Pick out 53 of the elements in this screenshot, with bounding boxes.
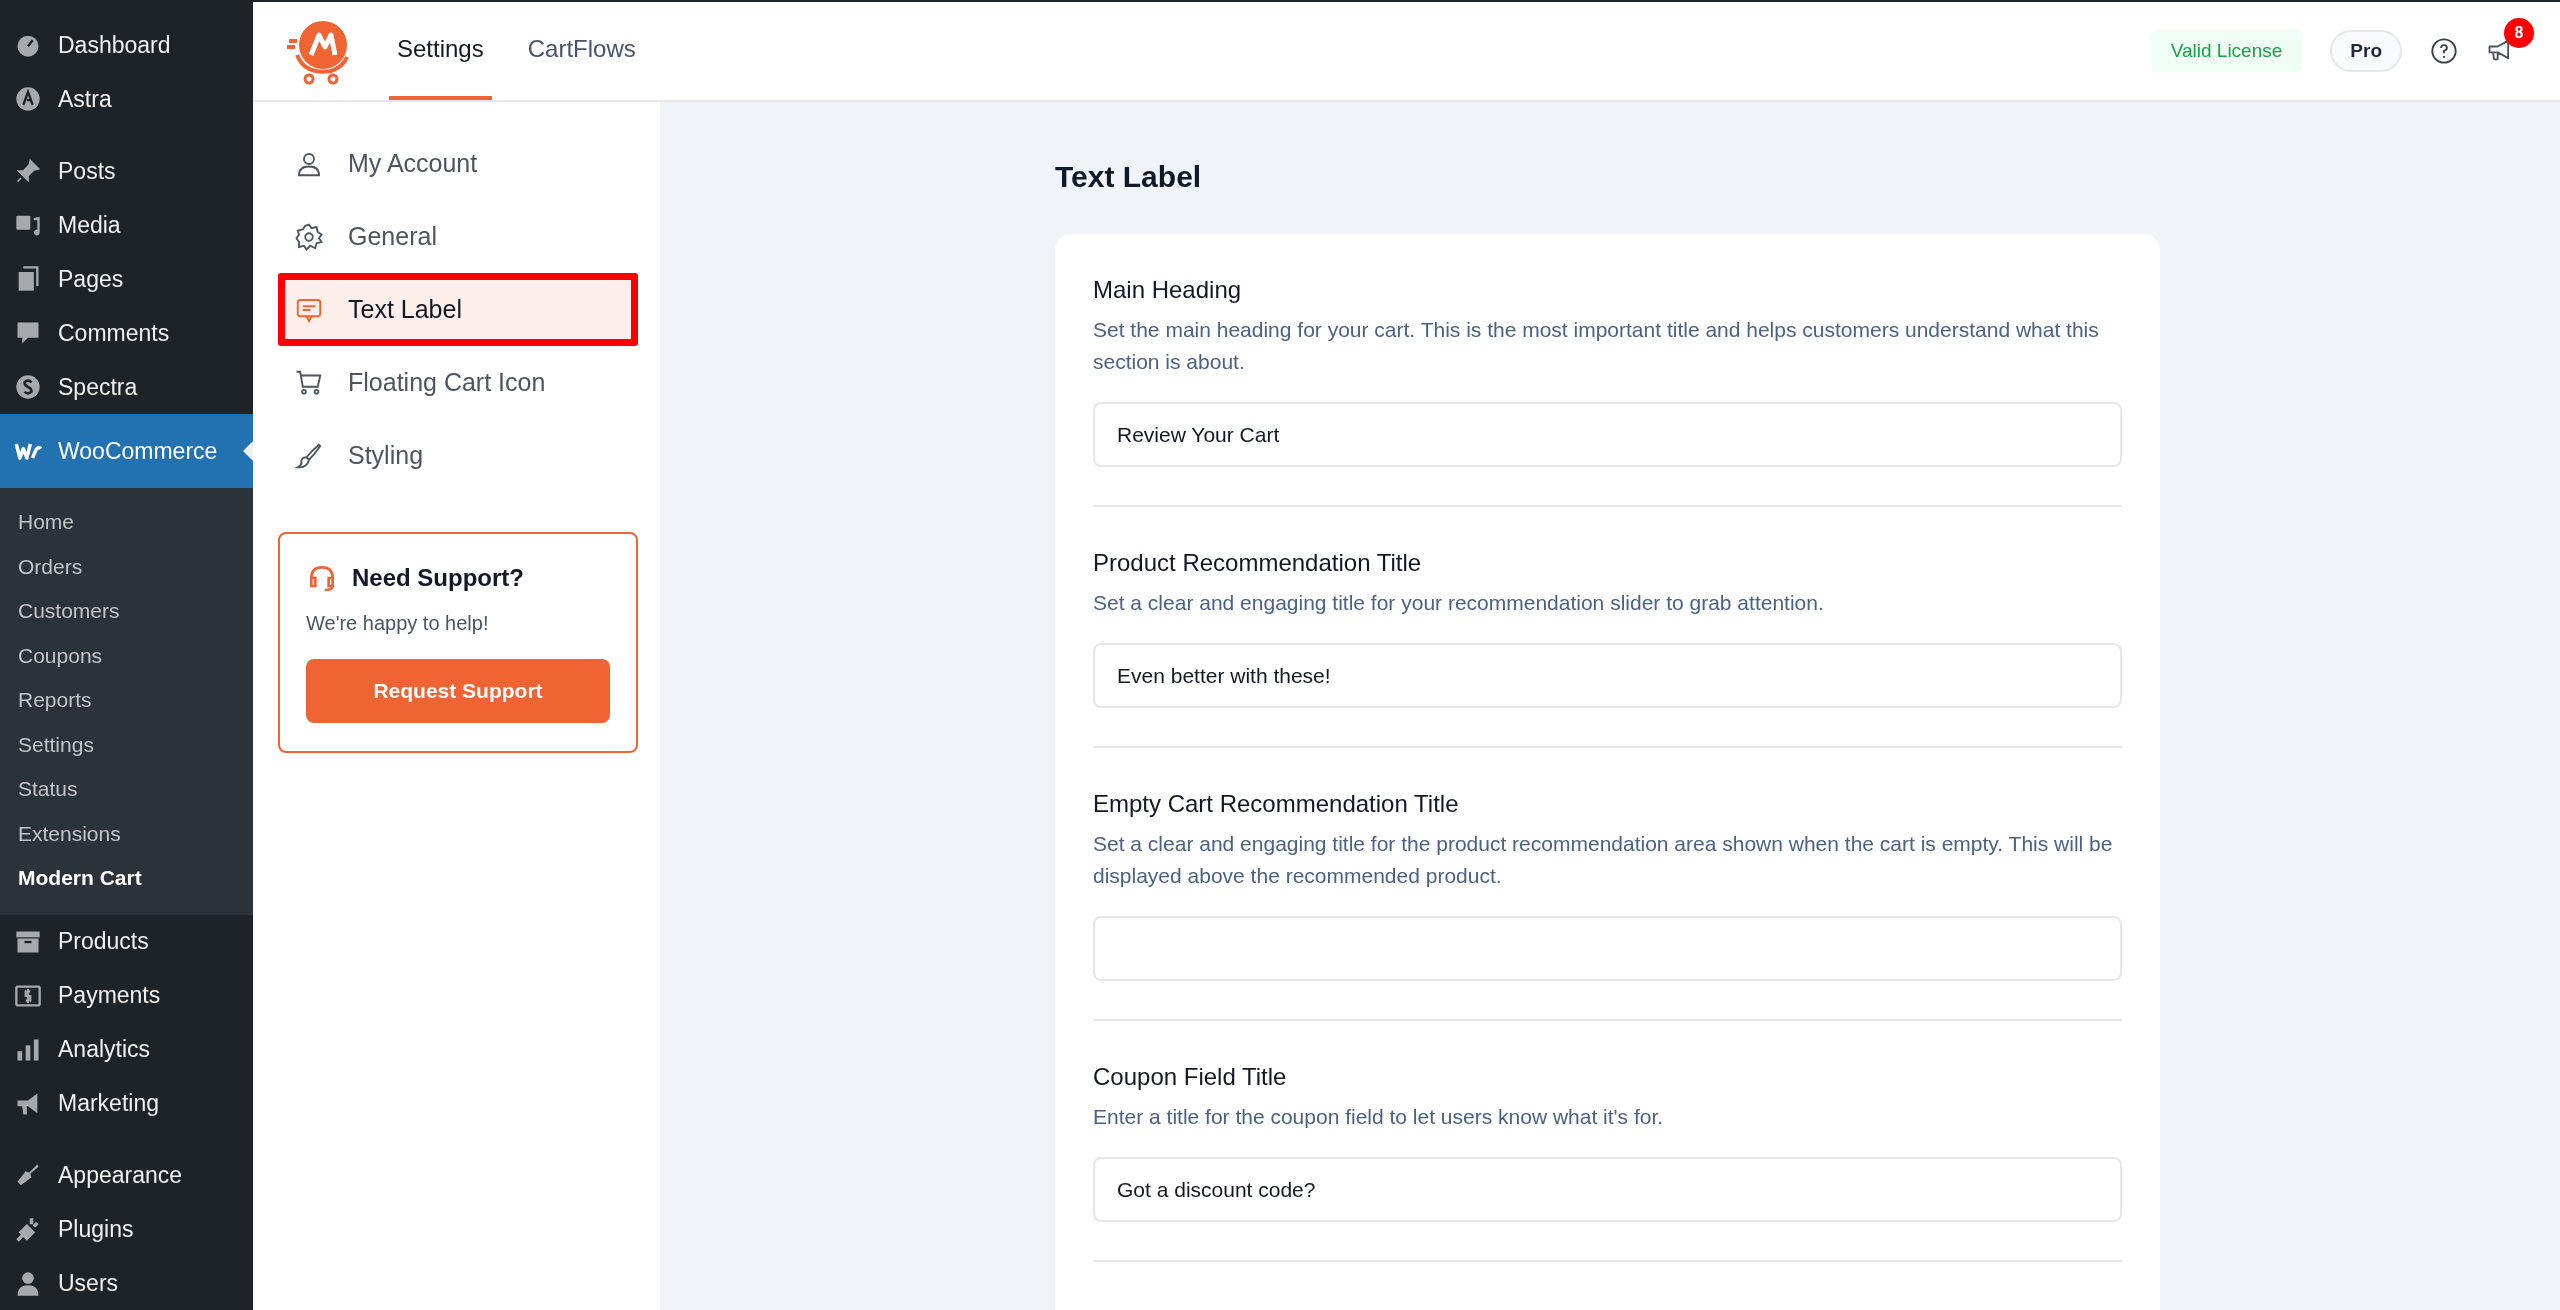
admin-menu-item[interactable]: Pages — [0, 252, 253, 306]
settings-nav-item[interactable]: General — [278, 200, 638, 273]
admin-menu-item[interactable]: Analytics — [0, 1022, 253, 1077]
admin-submenu-item[interactable]: Settings — [0, 722, 253, 767]
license-status: Valid License — [2150, 30, 2303, 72]
support-text: We're happy to help! — [306, 612, 490, 635]
text-input[interactable]: Even better with these! — [1093, 643, 2122, 708]
admin-menu-item[interactable]: Plugins — [0, 1202, 253, 1257]
admin-submenu-item[interactable]: Coupons — [0, 633, 253, 678]
admin-menu-item[interactable]: Products — [0, 914, 253, 969]
settings-nav-item[interactable]: Text Label — [278, 273, 638, 346]
admin-submenu-item[interactable]: Extensions — [0, 811, 253, 856]
field-label: Main Heading — [1093, 276, 1243, 304]
nav-icon — [294, 221, 324, 252]
field-description: Set the main heading for your cart. This is the most important title and helps customers understand what this section is about. — [1093, 317, 2100, 375]
admin-menu-item[interactable]: Payments — [0, 968, 253, 1023]
settings-nav-item[interactable]: My Account — [278, 127, 638, 200]
admin-menu-item[interactable]: Spectra — [0, 360, 253, 414]
admin-menu-item[interactable]: WooCommerce — [0, 414, 253, 488]
settings-nav-item[interactable]: Floating Cart Icon — [278, 346, 638, 419]
settings-nav-item[interactable]: Styling — [278, 419, 638, 492]
admin-menu-item[interactable]: Posts — [0, 144, 253, 198]
admin-submenu-item[interactable]: Status — [0, 767, 253, 812]
field-label: Empty Cart Recommendation Title — [1093, 790, 1460, 818]
notification-count: 8 — [2504, 18, 2534, 48]
support-title: Need Support? — [352, 564, 524, 592]
header-tab[interactable]: CartFlows — [519, 2, 644, 100]
admin-menu-item[interactable]: Comments — [0, 306, 253, 360]
menu-icon — [14, 373, 42, 401]
help-icon[interactable] — [2430, 37, 2458, 65]
field-label: Product Recommendation Title — [1093, 549, 1423, 577]
text-input[interactable] — [1093, 916, 2122, 981]
plan-tag: Pro — [2330, 30, 2402, 72]
admin-menu-item[interactable]: Users — [0, 1256, 253, 1310]
menu-icon — [14, 85, 42, 113]
admin-submenu-item[interactable]: Reports — [0, 678, 253, 723]
admin-menu-item[interactable]: Appearance — [0, 1148, 253, 1203]
field-description: Set a clear and engaging title for your recommendation slider to grab attention. — [1093, 590, 1825, 616]
admin-submenu-item[interactable]: Modern Cart — [0, 856, 253, 901]
admin-submenu-item[interactable]: Orders — [0, 544, 253, 589]
admin-submenu-item[interactable]: Home — [0, 500, 253, 545]
field-description: Set a clear and engaging title for the product recommendation area shown when the cart is empty. This will be displayed above the recommended product. — [1093, 831, 2114, 889]
text-input[interactable]: Review Your Cart — [1093, 402, 2122, 467]
admin-menu-item[interactable]: Media — [0, 198, 253, 252]
admin-menu-item[interactable]: Dashboard — [0, 18, 253, 72]
admin-menu-item[interactable]: Astra — [0, 72, 253, 126]
text-input[interactable]: Got a discount code? — [1093, 1157, 2122, 1222]
admin-submenu-item[interactable]: Customers — [0, 589, 253, 634]
menu-icon — [14, 157, 42, 185]
field-label: Coupon Field Title — [1093, 1063, 1288, 1091]
field-description: Enter a title for the coupon field to let users know what it's for. — [1093, 1104, 1665, 1130]
admin-menu-item[interactable]: Marketing — [0, 1076, 253, 1131]
page-title: Text Label — [1055, 160, 1203, 194]
